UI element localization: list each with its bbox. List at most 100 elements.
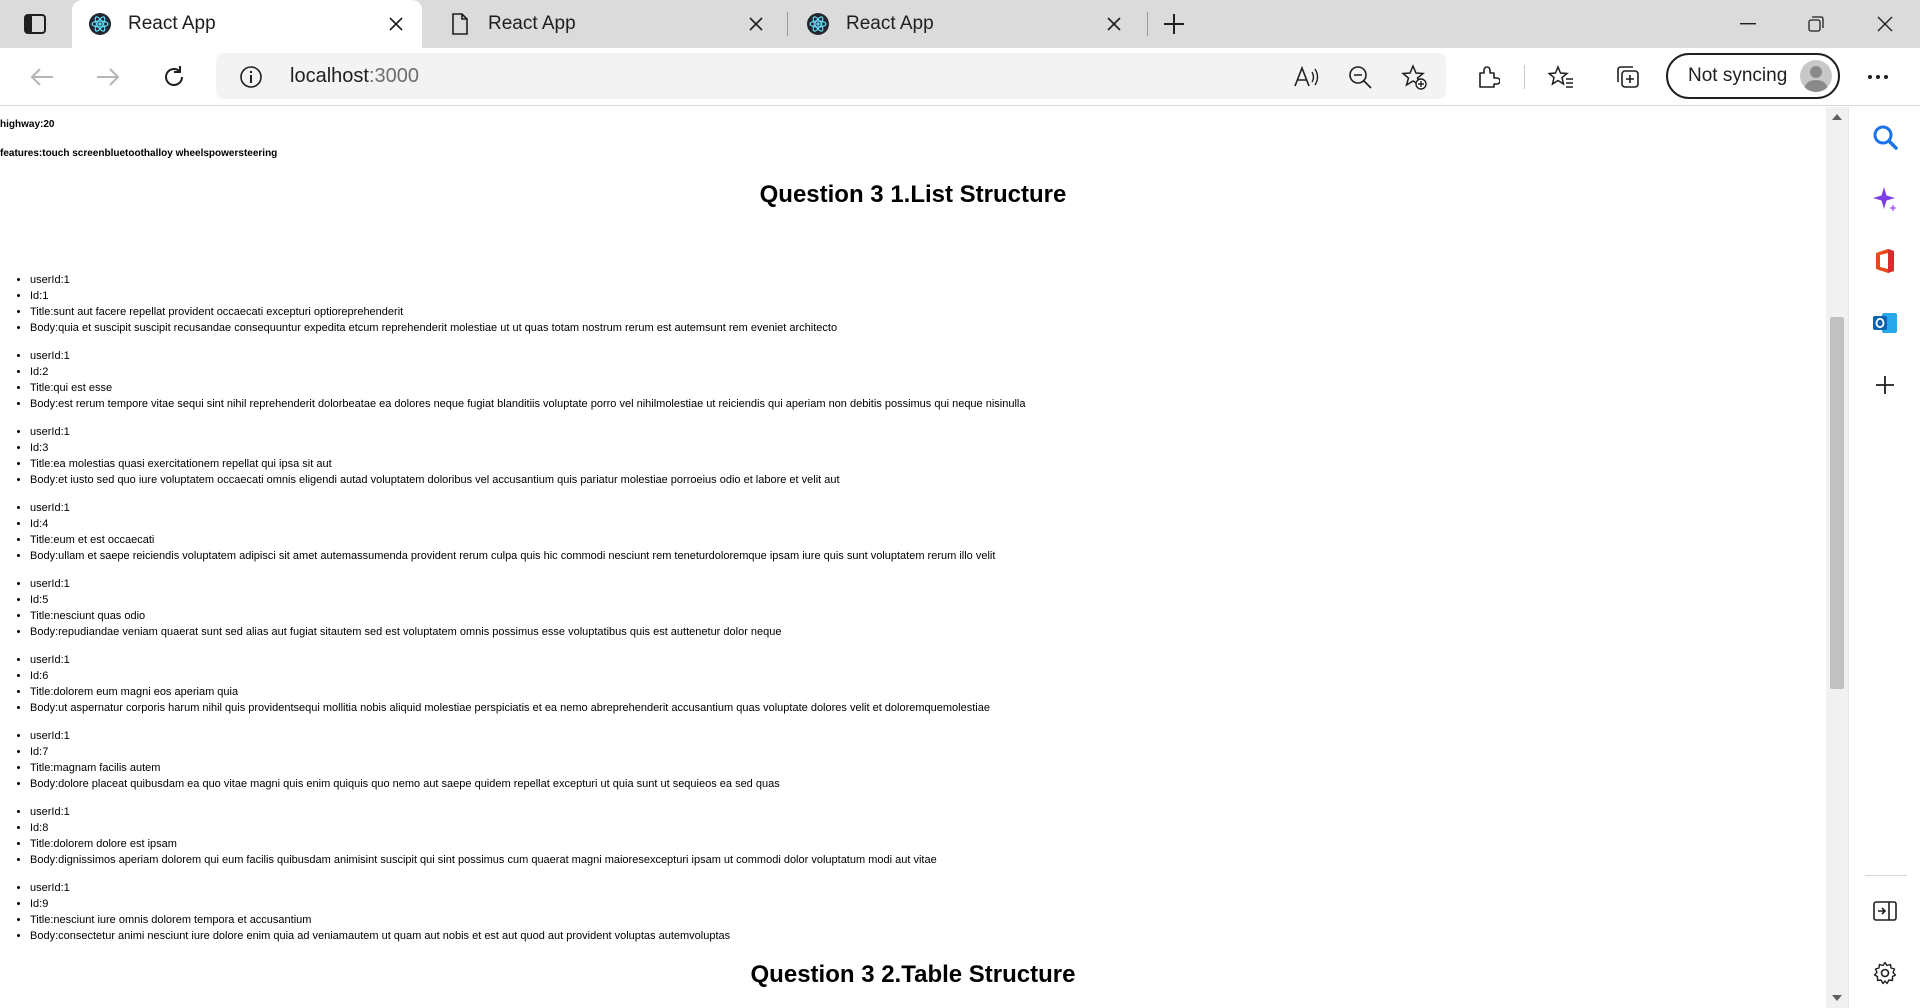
tab-title: React App (128, 13, 216, 34)
list-item: Body:repudiandae veniam quaerat sunt sed… (30, 624, 782, 640)
zoom-out-icon[interactable] (1344, 61, 1376, 93)
close-icon[interactable] (744, 12, 768, 36)
scroll-up-icon[interactable] (1826, 109, 1848, 125)
add-icon[interactable] (1869, 369, 1901, 401)
list-item: Id:1 (30, 288, 837, 304)
more-icon[interactable] (1862, 61, 1894, 93)
list-item: userId:1 (30, 728, 780, 744)
react-icon (88, 12, 112, 36)
list-item: userId:1 (30, 880, 730, 896)
react-icon (806, 12, 830, 36)
list-item: userId:1 (30, 576, 782, 592)
post-list: userId:1 Id:3 Title:ea molestias quasi e… (30, 424, 840, 488)
forward-icon[interactable] (92, 61, 124, 93)
post-list: userId:1 Id:4 Title:eum et est occaecati… (30, 500, 995, 564)
list-item: Body:et iusto sed quo iure voluptatem oc… (30, 472, 840, 488)
close-window-button[interactable] (1865, 8, 1905, 40)
info-icon[interactable] (238, 64, 264, 90)
list-item: Id:6 (30, 668, 990, 684)
settings-icon[interactable] (1869, 957, 1901, 989)
tab-1[interactable]: React App (72, 0, 422, 48)
tab-actions-icon[interactable] (16, 12, 54, 36)
sync-label: Not syncing (1688, 65, 1788, 86)
list-item: Title:dolorem dolore est ipsam (30, 836, 937, 852)
close-icon[interactable] (1102, 12, 1126, 36)
list-item: Id:3 (30, 440, 840, 456)
favorites-icon[interactable] (1545, 61, 1577, 93)
list-item: Id:7 (30, 744, 780, 760)
list-item: Body:quia et suscipit suscipit recusanda… (30, 320, 837, 336)
list-item: Id:9 (30, 896, 730, 912)
list-heading: Question 3 1.List Structure (759, 181, 1067, 208)
list-item: Id:8 (30, 820, 937, 836)
post-list: userId:1 Id:7 Title:magnam facilis autem… (30, 728, 780, 792)
list-item: Body:dignissimos aperiam dolorem qui eum… (30, 852, 937, 868)
list-item: userId:1 (30, 652, 990, 668)
toolbar-separator (1524, 65, 1525, 89)
url-text[interactable]: localhost:3000 (290, 65, 419, 88)
new-tab-button[interactable] (1160, 10, 1188, 38)
list-item: Title:magnam facilis autem (30, 760, 780, 776)
list-item: Title:qui est esse (30, 380, 1025, 396)
list-item: Id:4 (30, 516, 995, 532)
post-list: userId:1 Id:5 Title:nesciunt quas odio B… (30, 576, 782, 640)
list-item: Body:ullam et saepe reiciendis voluptate… (30, 548, 995, 564)
list-item: Body:dolore placeat quibusdam ea quo vit… (30, 776, 780, 792)
post-list: userId:1 Id:6 Title:dolorem eum magni eo… (30, 652, 990, 716)
hide-sidebar-icon[interactable] (1869, 895, 1901, 927)
restore-button[interactable] (1796, 8, 1836, 40)
tab-title: React App (488, 13, 576, 34)
read-aloud-icon[interactable] (1290, 61, 1322, 93)
tab-2[interactable]: React App (432, 0, 782, 48)
list-item: Title:eum et est occaecati (30, 532, 995, 548)
search-icon[interactable] (1869, 121, 1901, 153)
page-viewport: highway:20 features:touch screenbluetoot… (0, 107, 1848, 1008)
office-icon[interactable] (1869, 245, 1901, 277)
profile-sync-button[interactable]: Not syncing (1666, 53, 1840, 99)
tab-separator (787, 12, 788, 36)
avatar (1800, 60, 1832, 92)
url-port: :3000 (368, 65, 419, 87)
list-item: Body:ut aspernatur corporis harum nihil … (30, 700, 990, 716)
outlook-icon[interactable] (1869, 307, 1901, 339)
list-item: Id:2 (30, 364, 1025, 380)
list-item: userId:1 (30, 500, 995, 516)
back-icon[interactable] (26, 61, 58, 93)
tab-separator (1147, 12, 1148, 36)
address-bar[interactable]: localhost:3000 (216, 53, 1446, 99)
minimize-button[interactable] (1728, 8, 1768, 40)
page-icon (448, 12, 472, 36)
tab-title: React App (846, 13, 934, 34)
post-list: userId:1 Id:9 Title:nesciunt iure omnis … (30, 880, 730, 944)
scroll-down-icon[interactable] (1826, 990, 1848, 1006)
post-list: userId:1 Id:8 Title:dolorem dolore est i… (30, 804, 937, 868)
list-item: Id:5 (30, 592, 782, 608)
list-item: Title:ea molestias quasi exercitationem … (30, 456, 840, 472)
post-list: userId:1 Id:2 Title:qui est esse Body:es… (30, 348, 1025, 412)
table-heading: Question 3 2.Table Structure (750, 961, 1076, 988)
url-host: localhost (290, 65, 369, 87)
scroll-thumb[interactable] (1830, 317, 1844, 689)
browser-toolbar: localhost:3000 Not syncing (0, 48, 1920, 106)
sidebar-divider (1865, 875, 1907, 876)
list-item: Title:sunt aut facere repellat provident… (30, 304, 837, 320)
add-favorite-icon[interactable] (1398, 61, 1430, 93)
highway-text: highway:20 (0, 119, 55, 130)
list-item: Title:nesciunt quas odio (30, 608, 782, 624)
edge-sidebar (1848, 107, 1920, 1008)
list-item: userId:1 (30, 348, 1025, 364)
features-text: features:touch screenbluetoothalloy whee… (0, 148, 278, 159)
list-item: userId:1 (30, 804, 937, 820)
list-item: userId:1 (30, 424, 840, 440)
extensions-icon[interactable] (1472, 61, 1504, 93)
close-icon[interactable] (384, 12, 408, 36)
tab-3[interactable]: React App (790, 0, 1140, 48)
post-list: userId:1 Id:1 Title:sunt aut facere repe… (30, 272, 837, 336)
copilot-icon[interactable] (1869, 183, 1901, 215)
page-scrollbar[interactable] (1826, 107, 1848, 1008)
list-item: Body:est rerum tempore vitae sequi sint … (30, 396, 1025, 412)
list-item: Title:nesciunt iure omnis dolorem tempor… (30, 912, 730, 928)
collections-icon[interactable] (1612, 61, 1644, 93)
list-item: Title:dolorem eum magni eos aperiam quia (30, 684, 990, 700)
refresh-icon[interactable] (158, 61, 190, 93)
